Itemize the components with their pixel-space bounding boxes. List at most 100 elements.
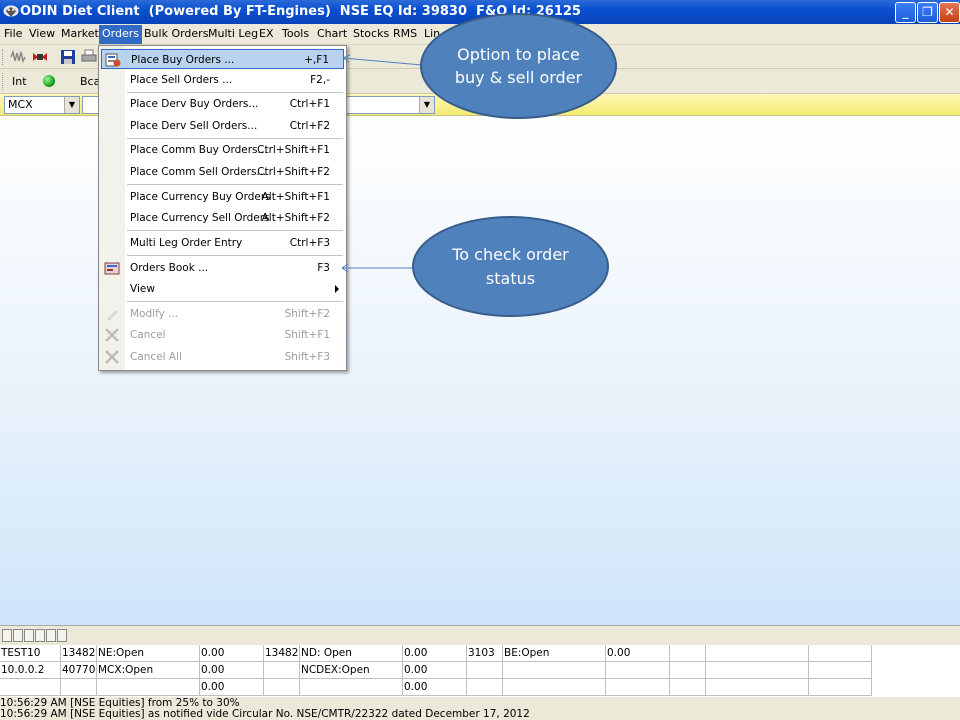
status-grid-cell [706, 645, 809, 662]
orders-book-icon [104, 262, 120, 275]
status-grid-cell [503, 662, 606, 679]
status-grid-cell [467, 679, 503, 696]
menu-stocks[interactable]: Stocks [350, 27, 392, 43]
menu-item-place-comm-sell-orders[interactable]: Place Comm Sell Orders... Ctrl+Shift+F2 [101, 162, 344, 182]
menu-item-place-sell-orders[interactable]: Place Sell Orders ... F2,- [101, 70, 344, 90]
chevron-down-icon[interactable]: ▼ [64, 97, 79, 113]
menu-bulk-orders[interactable]: Bulk Orders [141, 27, 211, 43]
menu-separator [127, 230, 343, 231]
status-grid-cell: 13482 [264, 645, 300, 662]
ticker-icon[interactable] [10, 49, 26, 65]
status-grid-cell: TEST10 [0, 645, 61, 662]
status-grid-cell: 10.0.0.2 [0, 662, 61, 679]
odin-app-icon[interactable] [3, 4, 19, 20]
toolbar-grip[interactable] [2, 49, 5, 65]
menu-file[interactable]: File [1, 27, 25, 43]
status-grid-cell [706, 679, 809, 696]
menu-market[interactable]: Market [58, 27, 102, 43]
menu-item-multi-leg-order-entry[interactable]: Multi Leg Order Entry Ctrl+F3 [101, 233, 344, 253]
menu-item-place-currency-buy-orders[interactable]: Place Currency Buy Orders Alt+Shift+F1 [101, 187, 344, 207]
grid-header-cell[interactable] [57, 629, 67, 642]
status-grid-cell: 0.00 [606, 645, 670, 662]
menu-separator [127, 255, 343, 256]
save-icon[interactable] [60, 49, 76, 65]
menu-chart[interactable]: Chart [314, 27, 350, 43]
status-grid-cell: 3103 [467, 645, 503, 662]
menu-separator [127, 92, 343, 93]
menu-separator [127, 184, 343, 185]
menu-item-cancel[interactable]: Cancel Shift+F1 [101, 325, 344, 345]
status-grid-cell [670, 679, 706, 696]
status-grid-cell: 40770 [61, 662, 97, 679]
cancel-icon [105, 328, 119, 342]
menu-rms[interactable]: RMS [390, 27, 420, 43]
menu-item-place-currency-sell-orders[interactable]: Place Currency Sell Orders Alt+Shift+F2 [101, 208, 344, 228]
market-watch-icon[interactable] [32, 49, 48, 65]
status-grid-cell: MCX:Open [97, 662, 200, 679]
exchange-select[interactable]: MCX ▼ [4, 96, 80, 114]
grid-header-cell[interactable] [2, 629, 12, 642]
menu-ex[interactable]: EX [256, 27, 277, 43]
status-grid-cell [264, 662, 300, 679]
status-grid-cell [670, 662, 706, 679]
menu-item-place-derv-buy-orders[interactable]: Place Derv Buy Orders... Ctrl+F1 [101, 94, 344, 114]
cancel-all-icon [105, 350, 119, 364]
print-icon[interactable] [81, 49, 97, 65]
toolbar2-grip[interactable] [2, 73, 5, 90]
status-grid-cell: 0.00 [200, 645, 264, 662]
status-grid-cell [0, 679, 61, 696]
menu-separator [127, 301, 343, 302]
status-grid-cell [606, 662, 670, 679]
menu-separator [127, 138, 343, 139]
menu-item-place-comm-buy-orders[interactable]: Place Comm Buy Orders... Ctrl+Shift+F1 [101, 140, 344, 160]
status-grid-cell [467, 662, 503, 679]
status-grid-cell: NCDEX:Open [300, 662, 403, 679]
menu-view[interactable]: View [26, 27, 58, 43]
menu-item-place-buy-orders[interactable]: Place Buy Orders ... +,F1 [101, 49, 344, 69]
menu-item-cancel-all[interactable]: Cancel All Shift+F3 [101, 347, 344, 367]
callout-order-status: To check order status [412, 216, 609, 317]
buy-order-icon [105, 53, 121, 67]
status-grid-cell [503, 679, 606, 696]
menu-multi-leg[interactable]: Multi Leg [205, 27, 261, 43]
chevron-down-icon[interactable]: ▼ [419, 97, 434, 113]
modify-icon [107, 310, 118, 321]
status-grid-cell [300, 679, 403, 696]
grid-header-cell[interactable] [13, 629, 23, 642]
maximize-button[interactable]: ❐ [917, 2, 938, 23]
orders-menu: Place Buy Orders ... +,F1 Place Sell Ord… [98, 45, 347, 371]
menu-orders[interactable]: Orders [99, 25, 142, 44]
minimize-button[interactable]: _ [895, 2, 916, 23]
menu-item-view[interactable]: View [101, 279, 344, 299]
menu-item-place-derv-sell-orders[interactable]: Place Derv Sell Orders... Ctrl+F2 [101, 116, 344, 136]
status-grid-cell [97, 679, 200, 696]
status-grid-cell: 0.00 [200, 662, 264, 679]
exchange-select-value: MCX [8, 98, 33, 111]
status-grid-cell: 0.00 [403, 662, 467, 679]
menu-item-orders-book[interactable]: Orders Book ... F3 [101, 258, 344, 278]
status-grid-cell [61, 679, 97, 696]
status-grid-cell [706, 662, 809, 679]
status-grid-cell [670, 645, 706, 662]
status-grid-cell: 0.00 [403, 645, 467, 662]
menu-item-modify[interactable]: Modify ... Shift+F2 [101, 304, 344, 324]
exchange-status-grid: TEST10 13482 NE:Open 0.00 13482 ND: Open 0.00 3… [0, 645, 960, 697]
submenu-arrow-icon [335, 285, 339, 293]
message-line: 10:56:29 AM [NSE Equities] as notified v… [0, 708, 530, 720]
int-label: Int [12, 75, 27, 88]
grid-header-cell[interactable] [24, 629, 34, 642]
grid-header-cell[interactable] [46, 629, 56, 642]
menu-tools[interactable]: Tools [279, 27, 312, 43]
callout-buy-sell-orders: Option to place buy & sell order [420, 13, 617, 119]
status-grid-cell: 13482 [61, 645, 97, 662]
status-grid-cell [809, 662, 872, 679]
status-grid-cell: ND: Open [300, 645, 403, 662]
grid-header-cell[interactable] [35, 629, 45, 642]
message-bar: 10:56:29 AM [NSE Equities] from 25% to 3… [0, 697, 960, 720]
status-grid-cell: NE:Open [97, 645, 200, 662]
close-button[interactable]: ✕ [939, 2, 960, 23]
status-grid-header [0, 625, 960, 645]
connection-status-icon [43, 75, 55, 87]
status-grid-cell [264, 679, 300, 696]
status-grid-cell: 0.00 [200, 679, 264, 696]
